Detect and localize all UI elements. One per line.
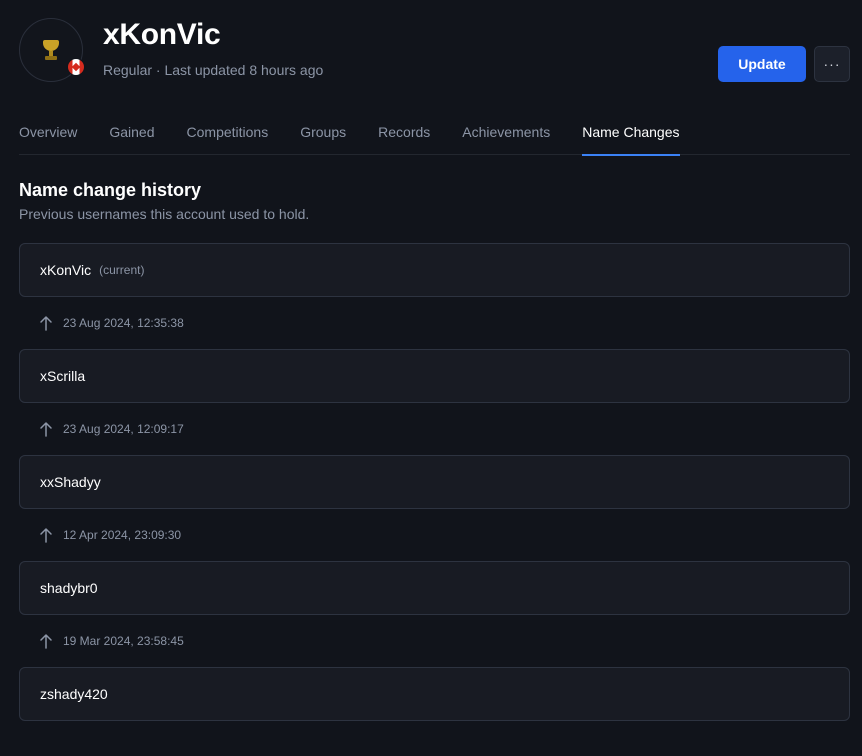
change-date: 23 Aug 2024, 12:35:38 [63, 316, 184, 330]
list-item: zshady420 [19, 667, 850, 721]
arrow-up-icon [39, 527, 53, 543]
avatar [19, 18, 85, 82]
tab-overview[interactable]: Overview [19, 112, 77, 155]
change-date: 12 Apr 2024, 23:09:30 [63, 528, 182, 542]
list-item: xxShadyy [19, 455, 850, 509]
section-title: Name change history [19, 180, 202, 200]
username: xKonVic [40, 262, 92, 278]
tab-name-changes[interactable]: Name Changes [582, 112, 680, 156]
name-change-event: 19 Mar 2024, 23:58:45 [19, 615, 850, 667]
name-change-event: 23 Aug 2024, 12:35:38 [19, 297, 850, 349]
current-badge: (current) [99, 263, 145, 277]
arrow-up-icon [39, 421, 53, 437]
trophy-icon [40, 38, 62, 62]
username: zshady420 [40, 686, 108, 702]
change-date: 19 Mar 2024, 23:58:45 [63, 634, 184, 648]
tab-competitions[interactable]: Competitions [187, 112, 269, 155]
canada-flag-icon [67, 58, 85, 76]
more-options-button[interactable]: ··· [814, 46, 850, 82]
arrow-up-icon [39, 633, 53, 649]
change-date: 23 Aug 2024, 12:09:17 [63, 422, 184, 436]
tab-groups[interactable]: Groups [300, 112, 346, 155]
update-button[interactable]: Update [718, 46, 806, 82]
username: xxShadyy [40, 474, 101, 490]
list-item: xScrilla [19, 349, 850, 403]
list-item: xKonVic (current) [19, 243, 850, 297]
tab-bar: Overview Gained Competitions Groups Reco… [19, 112, 850, 156]
player-header: xKonVic Regular · Last updated 8 hours a… [19, 18, 850, 82]
name-change-event: 12 Apr 2024, 23:09:30 [19, 509, 850, 561]
list-item: shadybr0 [19, 561, 850, 615]
tab-achievements[interactable]: Achievements [462, 112, 550, 155]
player-subtitle: Regular · Last updated 8 hours ago [103, 62, 324, 78]
tab-gained[interactable]: Gained [109, 112, 154, 155]
name-change-list: xKonVic (current) 23 Aug 2024, 12:35:38 … [19, 243, 850, 721]
name-change-event: 23 Aug 2024, 12:09:17 [19, 403, 850, 455]
more-icon: ··· [823, 56, 841, 72]
arrow-up-icon [39, 315, 53, 331]
player-name: xKonVic [103, 18, 221, 51]
username: xScrilla [40, 368, 86, 384]
tab-records[interactable]: Records [378, 112, 430, 155]
player-page: xKonVic Regular · Last updated 8 hours a… [0, 0, 862, 756]
username: shadybr0 [40, 580, 98, 596]
section-description: Previous usernames this account used to … [19, 206, 310, 222]
